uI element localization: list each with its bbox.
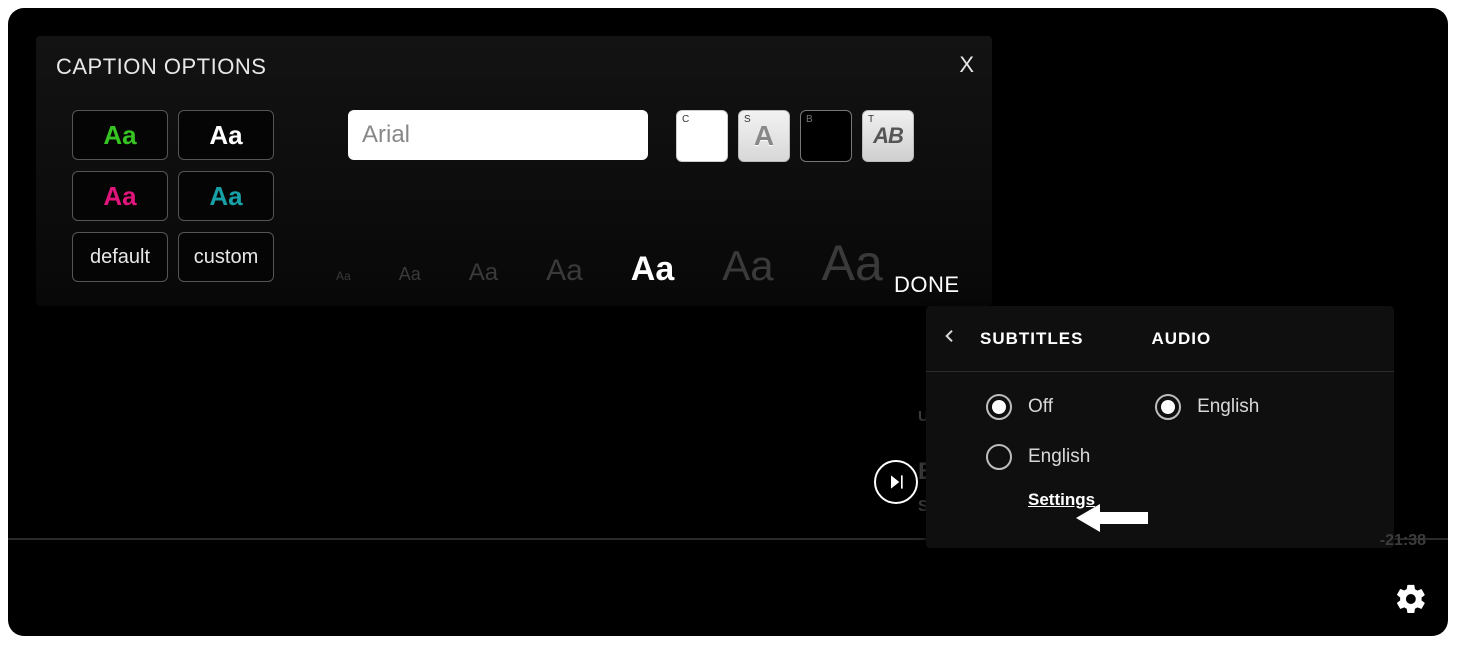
caption-color-green[interactable]: Aa	[72, 110, 168, 160]
radio-off-icon	[986, 444, 1012, 470]
caption-color-grid: Aa Aa Aa Aa default custom	[72, 110, 274, 282]
caption-size-l[interactable]: Aa	[546, 254, 583, 288]
subtitles-off-label: Off	[1028, 396, 1053, 418]
caption-size-row: Aa Aa Aa Aa Aa Aa Aa	[336, 234, 883, 292]
caption-size-m[interactable]: Aa	[469, 259, 498, 287]
subtitles-header: SUBTITLES	[980, 329, 1083, 349]
caption-style-c[interactable]: C	[676, 110, 728, 162]
chevron-left-icon[interactable]	[942, 324, 966, 353]
time-remaining: -21:38	[1380, 532, 1426, 550]
caption-size-2xl[interactable]: Aa	[722, 242, 773, 290]
subtitles-settings-link[interactable]: Settings	[1028, 490, 1095, 510]
play-next-icon[interactable]	[874, 460, 918, 504]
caption-size-xl[interactable]: Aa	[631, 250, 674, 289]
radio-on-icon	[1155, 394, 1181, 420]
caption-style-tiles: C SA B TAB	[676, 110, 914, 162]
caption-style-s[interactable]: SA	[738, 110, 790, 162]
audio-option-english[interactable]: English	[1155, 394, 1259, 420]
caption-size-s[interactable]: Aa	[399, 264, 421, 285]
caption-color-white[interactable]: Aa	[178, 110, 274, 160]
caption-options-panel: CAPTION OPTIONS X Aa Aa Aa Aa default cu…	[36, 36, 992, 306]
caption-style-t[interactable]: TAB	[862, 110, 914, 162]
popover-header: SUBTITLES AUDIO	[926, 306, 1394, 372]
close-icon[interactable]: X	[959, 52, 974, 78]
subtitles-option-off[interactable]: Off	[986, 394, 1095, 420]
video-player-stage: CAPTION OPTIONS X Aa Aa Aa Aa default cu…	[8, 8, 1448, 636]
subtitles-audio-popover: SUBTITLES AUDIO Off English Settings Eng…	[926, 306, 1394, 548]
audio-column: English	[1155, 394, 1259, 510]
subtitles-column: Off English Settings	[986, 394, 1095, 510]
audio-header: AUDIO	[1151, 329, 1211, 349]
radio-on-icon	[986, 394, 1012, 420]
caption-preset-custom[interactable]: custom	[178, 232, 274, 282]
caption-color-magenta[interactable]: Aa	[72, 171, 168, 221]
caption-options-title: CAPTION OPTIONS	[56, 54, 972, 80]
gear-icon[interactable]	[1394, 582, 1428, 616]
subtitles-option-english[interactable]: English	[986, 444, 1095, 470]
caption-size-xs[interactable]: Aa	[336, 269, 351, 283]
subtitles-english-label: English	[1028, 446, 1090, 468]
caption-font-input[interactable]	[348, 110, 648, 160]
caption-style-b[interactable]: B	[800, 110, 852, 162]
audio-english-label: English	[1197, 396, 1259, 418]
caption-color-teal[interactable]: Aa	[178, 171, 274, 221]
caption-size-3xl[interactable]: Aa	[822, 234, 883, 292]
done-button[interactable]: DONE	[894, 272, 960, 298]
caption-preset-default[interactable]: default	[72, 232, 168, 282]
